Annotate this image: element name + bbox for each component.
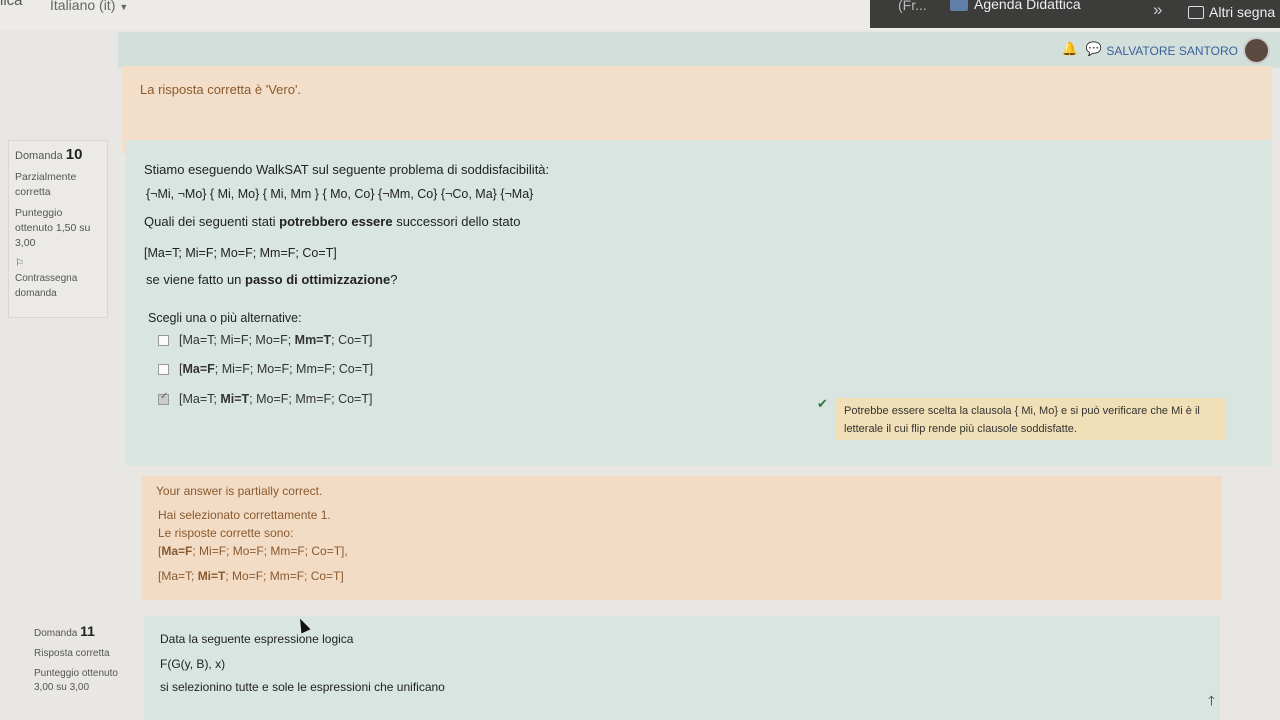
bookmark-agenda-label: Agenda Didattica	[974, 0, 1081, 12]
question-label: Domanda	[34, 628, 78, 639]
navbar-icons: 🔔 💬	[1062, 41, 1102, 57]
option-emphasis: Ma=F	[182, 362, 215, 376]
language-label: Italiano (it)	[50, 0, 116, 13]
option-label: [Ma=T; Mi=F; Mo=F; Mm=T; Co=T]	[179, 333, 372, 347]
option-text-end: ; Mi=F; Mo=F; Mm=F; Co=T]	[214, 362, 374, 376]
option-checkbox[interactable]	[158, 334, 169, 346]
option-emphasis: Mi=T	[220, 392, 250, 406]
option-text: [Ma=T;	[179, 392, 221, 406]
option-text-end: ; Mo=F; Mm=F; Co=T]	[249, 392, 373, 406]
correct-answer-2: [Ma=T; Mi=T; Mo=F; Mm=F; Co=T]	[158, 569, 344, 583]
question-number: Domanda 11	[34, 624, 130, 641]
site-brand[interactable]: lica	[0, 0, 23, 9]
bookmark-agenda[interactable]: Agenda Didattica	[950, 0, 1081, 12]
choose-prompt: Scegli una o più alternative:	[148, 311, 302, 325]
answer-option[interactable]: [Ma=F; Mi=F; Mo=F; Mm=F; Co=T]	[158, 362, 373, 376]
prompt-text: Quali dei seguenti stati	[144, 214, 280, 229]
step-text: se viene fatto un	[146, 272, 246, 287]
clauses: {¬Mi, ¬Mo} { Mi, Mo} { Mi, Mm } { Mo, Co…	[146, 187, 534, 201]
question-grade: Punteggio ottenuto 1,50 su 3,00	[15, 207, 91, 249]
step-emphasis: passo di ottimizzazione	[245, 272, 391, 287]
correct-answer-1: [Ma=F; Mi=F; Mo=F; Mm=F; Co=T],	[158, 544, 348, 558]
question-number-value: 10	[65, 146, 83, 163]
other-bookmarks[interactable]: Altri segna	[1188, 4, 1275, 20]
double-chevron-icon[interactable]: »	[1153, 0, 1162, 20]
question-info: Domanda 10 Parzialmente corretta Puntegg…	[8, 140, 108, 318]
flag-question-label: Contrassegna domanda	[15, 273, 78, 299]
previous-answer-text: La risposta corretta è 'Vero'.	[140, 82, 302, 97]
flag-question-link[interactable]: ⚐ Contrassegna domanda	[15, 256, 101, 301]
chat-bubble-icon[interactable]: 💬	[1086, 41, 1102, 57]
option-label: [Ma=F; Mi=F; Mo=F; Mm=F; Co=T]	[179, 362, 373, 376]
question-prompt: Quali dei seguenti stati potrebbero esse…	[144, 214, 520, 229]
language-selector[interactable]: Italiano (it) ▼	[50, 0, 128, 13]
correct-answer-emphasis: Ma=F	[161, 544, 193, 558]
question-prompt: si selezionino tutte e sole le espressio…	[160, 680, 445, 694]
avatar[interactable]	[1243, 37, 1270, 64]
arrow-up-icon[interactable]: 🡑	[1208, 692, 1215, 714]
option-emphasis: Mm=T	[294, 333, 332, 347]
selected-count: Hai selezionato correttamente 1.	[158, 508, 331, 522]
flag-icon: ⚐	[15, 258, 24, 269]
caret-down-icon: ▼	[119, 2, 129, 12]
bookmarks-bar: (Fr... Agenda Didattica » Altri segna	[870, 0, 1280, 28]
calendar-icon	[950, 0, 968, 11]
step-text-end: ?	[390, 272, 398, 287]
folder-icon	[1188, 5, 1204, 19]
user-name[interactable]: SALVATORE SANTORO	[1106, 44, 1238, 58]
option-checkbox[interactable]	[158, 363, 169, 375]
question-intro: Stiamo eseguendo WalkSAT sul seguente pr…	[144, 162, 550, 177]
correct-answer-text: [Ma=T;	[158, 569, 198, 583]
correct-answer-text-end: ; Mo=F; Mm=F; Co=T]	[225, 569, 344, 583]
site-navbar: 🔔 💬 SALVATORE SANTORO	[118, 32, 1280, 68]
prompt-text-end: successori dello stato	[392, 214, 521, 229]
question-intro: Data la seguente espressione logica	[160, 632, 354, 646]
bell-icon[interactable]: 🔔	[1062, 41, 1078, 57]
answer-option[interactable]: [Ma=T; Mi=F; Mo=F; Mm=T; Co=T]	[158, 333, 372, 347]
answer-option[interactable]: [Ma=T; Mi=T; Mo=F; Mm=F; Co=T]	[158, 391, 372, 406]
option-text-end: ; Co=T]	[331, 333, 373, 347]
prompt-emphasis: potrebbero essere	[279, 214, 393, 229]
specific-feedback: Potrebbe essere scelta la clausola { Mi,…	[836, 398, 1226, 440]
correct-answer-emphasis: Mi=T	[197, 569, 226, 583]
correct-answer-text-end: ; Mi=F; Mo=F; Mm=F; Co=T],	[192, 544, 348, 558]
option-label: [Ma=T; Mi=T; Mo=F; Mm=F; Co=T]	[179, 392, 372, 406]
correct-answers-label: Le risposte corrette sono:	[158, 526, 294, 540]
option-checkbox-checked[interactable]	[158, 391, 169, 405]
option-text: [Ma=T; Mi=F; Mo=F;	[179, 333, 295, 347]
logic-expression: F(G(y, B), x)	[160, 657, 226, 671]
question-info-11: Domanda 11 Risposta corretta Punteggio o…	[34, 624, 130, 720]
general-feedback: Your answer is partially correct. Hai se…	[142, 476, 1222, 600]
answer-status: Your answer is partially correct.	[156, 484, 323, 498]
question-state: Parzialmente corretta	[15, 171, 77, 198]
question-label: Domanda	[15, 150, 63, 162]
other-bookmarks-label: Altri segna	[1209, 4, 1276, 20]
question-number: Domanda 10	[15, 147, 101, 164]
current-state: [Ma=T; Mi=F; Mo=F; Mm=F; Co=T]	[144, 246, 337, 260]
question-number-value: 11	[80, 623, 95, 639]
question-state: Risposta corretta	[34, 648, 110, 659]
question-grade: Punteggio ottenuto 3,00 su 3,00	[34, 668, 118, 693]
correct-check-icon: ✔	[817, 396, 828, 411]
bookmark-truncated[interactable]: (Fr...	[898, 0, 927, 13]
step-prompt: se viene fatto un passo di ottimizzazion…	[146, 272, 397, 287]
